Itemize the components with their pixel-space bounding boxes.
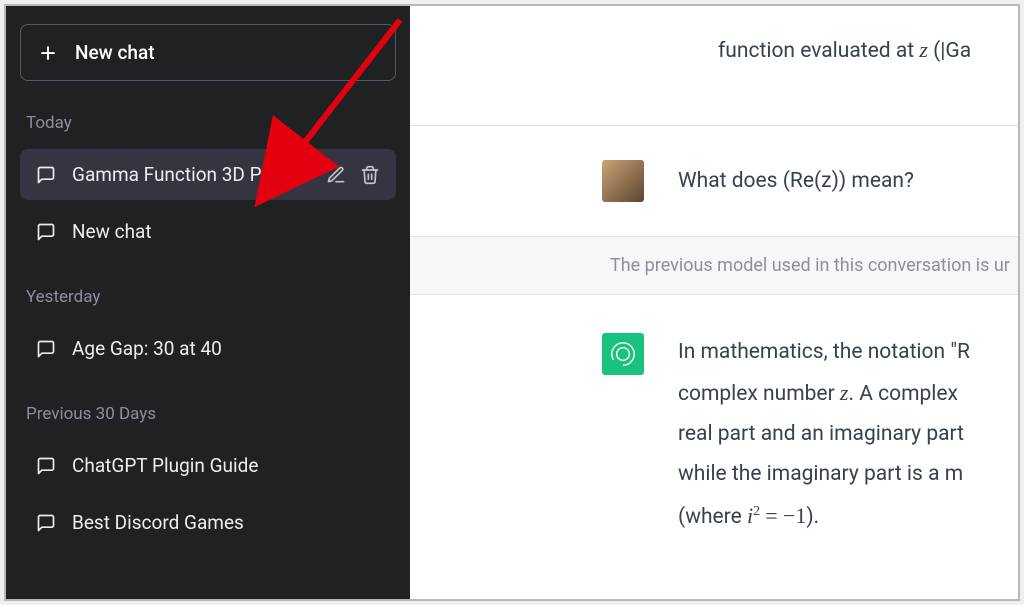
chat-bubble-icon [36,456,56,476]
assist-line-3: real part and an imaginary part [678,415,970,455]
assistant-message-row: In mathematics, the notation "R complex … [410,295,1018,538]
chat-item-age-gap[interactable]: Age Gap: 30 at 40 [20,323,396,374]
openai-logo-icon [609,340,637,368]
snippet-prefix: function evaluated at [718,39,919,63]
chat-item-plugin-guide[interactable]: ChatGPT Plugin Guide [20,440,396,491]
chat-item-actions [326,165,380,185]
chat-bubble-icon [36,222,56,242]
chat-item-label: Gamma Function 3D Pl [72,163,310,186]
assistant-avatar [602,333,644,375]
plus-icon [39,44,57,62]
assist-line-1: In mathematics, the notation "R [678,333,970,373]
main-content: function evaluated at z (|Ga What does (… [410,6,1018,599]
chat-item-label: Age Gap: 30 at 40 [72,337,380,360]
chat-bubble-icon [36,513,56,533]
chat-item-discord-games[interactable]: Best Discord Games [20,497,396,548]
assist-line-2: complex number z. A complex [678,372,970,415]
sidebar: New chat Today Gamma Function 3D Pl New … [6,6,410,599]
chat-bubble-icon [36,165,56,185]
assist-line-4: while the imaginary part is a m [678,455,970,495]
new-chat-label: New chat [75,41,155,64]
chat-item-label: Best Discord Games [72,511,380,534]
trash-icon[interactable] [360,165,380,185]
section-label-yesterday: Yesterday [20,279,396,317]
math-var-z: z [919,37,928,62]
chat-item-label: New chat [72,220,380,243]
user-avatar [602,160,644,202]
app-frame: New chat Today Gamma Function 3D Pl New … [4,4,1020,601]
pencil-icon[interactable] [326,165,346,185]
chat-item-new-chat[interactable]: New chat [20,206,396,257]
model-notice: The previous model used in this conversa… [410,236,1018,295]
assist-line-5: (where i2 = −1). [678,495,970,538]
chat-bubble-icon [36,339,56,359]
prev-response-snippet: function evaluated at z (|Ga [410,32,1018,69]
chat-item-gamma-function[interactable]: Gamma Function 3D Pl [20,149,396,200]
snippet-suffix: (|Ga [928,39,971,63]
new-chat-button[interactable]: New chat [20,24,396,81]
user-message-text: What does (Re(z)) mean? [678,169,914,193]
section-label-prev30: Previous 30 Days [20,396,396,434]
section-label-today: Today [20,105,396,143]
user-message-row: What does (Re(z)) mean? [410,126,1018,236]
math-exp: 2 [753,504,760,519]
assistant-message-text: In mathematics, the notation "R complex … [678,333,970,538]
chat-item-label: ChatGPT Plugin Guide [72,454,380,477]
